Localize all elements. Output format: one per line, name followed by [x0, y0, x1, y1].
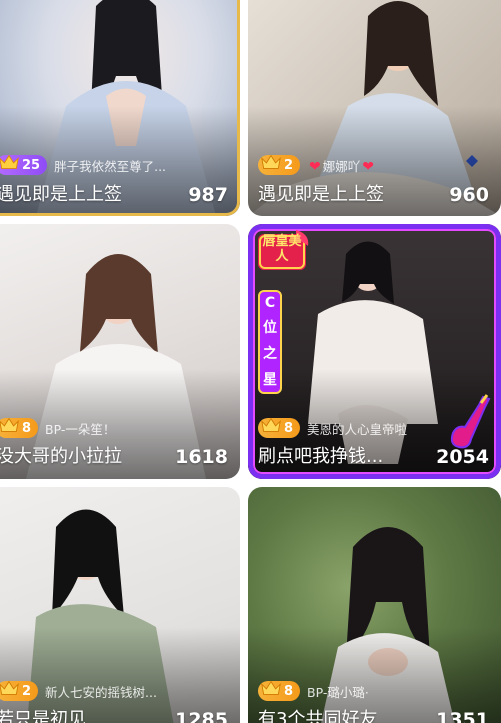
room-title: 刷点吧我挣钱...	[258, 446, 384, 467]
viewer-count: 2054	[436, 446, 489, 468]
room-title: 若只是初见	[0, 709, 86, 723]
level-badge: 2	[258, 154, 301, 175]
live-room-card[interactable]: 25 胖子我依然至尊了... 遇见即是上上签 987	[0, 0, 240, 216]
room-title-row: 有3个共同好友 1351	[258, 705, 489, 723]
live-room-card[interactable]: 2 新人七安的摇钱树... 若只是初见 1285	[0, 487, 240, 723]
level-badge: 8	[258, 417, 301, 438]
crown-icon	[0, 680, 19, 695]
room-title: 没大哥的小拉拉	[0, 446, 122, 467]
viewer-count: 987	[188, 184, 228, 206]
level-number: 8	[22, 420, 32, 436]
star-title-badge-text: 唇皇美人	[262, 234, 302, 264]
crown-icon	[261, 154, 281, 169]
anchor-nickname: 美恩的人心皇帝啦	[307, 421, 408, 437]
level-badge: 25	[0, 154, 48, 175]
live-room-card[interactable]: 8 BP-一朵笙！ 没大哥的小拉拉 1618	[0, 224, 240, 479]
room-title-row: 刷点吧我挣钱... 2054	[258, 442, 489, 468]
badge-char: 之	[263, 346, 277, 362]
anchor-meta: 2 ❤ 娜娜吖 ❤	[258, 154, 493, 176]
viewer-count: 1351	[436, 709, 489, 723]
anchor-nickname: ❤ 娜娜吖 ❤	[307, 156, 376, 175]
room-title: 有3个共同好友	[258, 709, 378, 723]
live-room-grid: 25 胖子我依然至尊了... 遇见即是上上签 987 2 ❤ 娜娜吖 ❤ 遇见即…	[0, 0, 501, 723]
badge-char: 位	[263, 320, 277, 336]
viewer-count: 1285	[175, 709, 228, 723]
viewer-count: 960	[449, 184, 489, 206]
level-number: 2	[22, 683, 32, 699]
crown-icon	[261, 680, 281, 695]
anchor-meta: 25 胖子我依然至尊了...	[0, 154, 232, 176]
viewer-count: 1618	[175, 446, 228, 468]
anchor-meta: 8 BP-璐小璐·	[258, 680, 493, 702]
level-number: 2	[284, 157, 294, 173]
anchor-meta: 8 美恩的人心皇帝啦	[258, 417, 493, 439]
room-title: 遇见即是上上签	[0, 184, 122, 205]
crown-icon	[261, 417, 281, 432]
level-number: 8	[284, 420, 294, 436]
heart-icon: ❤	[309, 158, 321, 175]
anchor-meta: 8 BP-一朵笙！	[0, 417, 232, 439]
live-room-card[interactable]: 2 ❤ 娜娜吖 ❤ 遇见即是上上签 960	[248, 0, 501, 216]
heart-icon: ❤	[362, 158, 375, 175]
level-badge: 2	[0, 680, 39, 701]
anchor-nickname-text: 娜娜吖	[322, 158, 361, 174]
room-title-row: 遇见即是上上签 960	[258, 180, 489, 206]
anchor-nickname: 胖子我依然至尊了...	[54, 158, 167, 174]
level-badge: 8	[258, 680, 301, 701]
room-title-row: 遇见即是上上签 987	[0, 180, 228, 206]
c-position-star-badge: C 位 之 星	[258, 290, 282, 394]
anchor-nickname: 新人七安的摇钱树...	[45, 684, 157, 700]
anchor-nickname: BP-璐小璐·	[307, 684, 369, 700]
room-title: 遇见即是上上签	[258, 184, 384, 205]
anchor-meta: 2 新人七安的摇钱树...	[0, 680, 232, 702]
level-number: 25	[22, 157, 41, 173]
live-room-card[interactable]: 唇皇美人 C 位 之 星 8 美恩的人心皇帝啦 刷点吧我挣钱... 2054	[248, 224, 501, 479]
room-title-row: 没大哥的小拉拉 1618	[0, 442, 228, 468]
crown-icon	[0, 417, 19, 432]
crown-icon	[0, 154, 19, 169]
room-title-row: 若只是初见 1285	[0, 705, 228, 723]
anchor-nickname: BP-一朵笙！	[45, 421, 116, 437]
badge-char: 星	[263, 372, 277, 388]
badge-char: C	[264, 295, 276, 311]
level-number: 8	[284, 683, 294, 699]
level-badge: 8	[0, 417, 39, 438]
live-room-card[interactable]: 8 BP-璐小璐· 有3个共同好友 1351	[248, 487, 501, 723]
